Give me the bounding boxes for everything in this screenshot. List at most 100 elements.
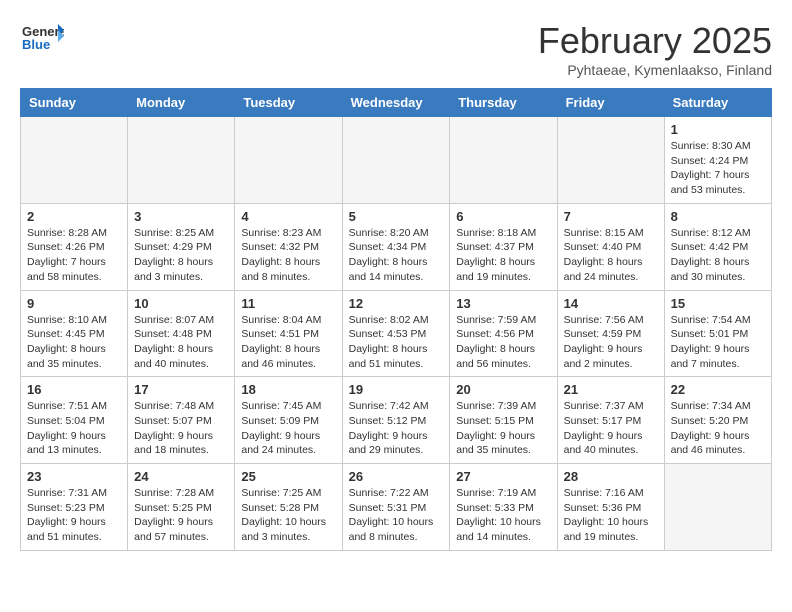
day-number: 10 — [134, 296, 228, 311]
day-info: Sunrise: 7:42 AM Sunset: 5:12 PM Dayligh… — [349, 399, 444, 458]
calendar-day-cell: 28 Sunrise: 7:16 AM Sunset: 5:36 PM Dayli… — [557, 464, 664, 551]
day-number: 1 — [671, 122, 765, 137]
logo: General Blue — [20, 20, 64, 52]
day-number: 6 — [456, 209, 550, 224]
day-number: 20 — [456, 382, 550, 397]
day-number: 5 — [349, 209, 444, 224]
day-number: 19 — [349, 382, 444, 397]
calendar-day-cell — [342, 117, 450, 204]
day-number: 27 — [456, 469, 550, 484]
calendar-week-row: 9 Sunrise: 8:10 AM Sunset: 4:45 PM Daylig… — [21, 290, 772, 377]
calendar-day-cell: 24 Sunrise: 7:28 AM Sunset: 5:25 PM Dayli… — [128, 464, 235, 551]
day-number: 26 — [349, 469, 444, 484]
calendar-day-cell — [235, 117, 342, 204]
calendar-table: SundayMondayTuesdayWednesdayThursdayFrid… — [20, 88, 772, 551]
day-info: Sunrise: 8:25 AM Sunset: 4:29 PM Dayligh… — [134, 226, 228, 285]
day-info: Sunrise: 7:34 AM Sunset: 5:20 PM Dayligh… — [671, 399, 765, 458]
calendar-day-cell: 18 Sunrise: 7:45 AM Sunset: 5:09 PM Dayli… — [235, 377, 342, 464]
calendar-day-cell: 16 Sunrise: 7:51 AM Sunset: 5:04 PM Dayli… — [21, 377, 128, 464]
day-number: 13 — [456, 296, 550, 311]
day-number: 17 — [134, 382, 228, 397]
day-number: 7 — [564, 209, 658, 224]
calendar-day-header: Wednesday — [342, 89, 450, 117]
day-info: Sunrise: 7:19 AM Sunset: 5:33 PM Dayligh… — [456, 486, 550, 545]
calendar-day-cell: 23Sunrise: 7:31 AM Sunset: 5:23 PM Dayli… — [21, 464, 128, 551]
calendar-week-row: 1 Sunrise: 8:30 AM Sunset: 4:24 PM Daylig… — [21, 117, 772, 204]
calendar-day-header: Saturday — [664, 89, 771, 117]
calendar-day-cell: 8 Sunrise: 8:12 AM Sunset: 4:42 PM Daylig… — [664, 203, 771, 290]
month-title: February 2025 — [538, 20, 772, 62]
svg-text:Blue: Blue — [22, 37, 50, 52]
day-info: Sunrise: 8:18 AM Sunset: 4:37 PM Dayligh… — [456, 226, 550, 285]
calendar-day-cell — [450, 117, 557, 204]
calendar-week-row: 2Sunrise: 8:28 AM Sunset: 4:26 PM Daylig… — [21, 203, 772, 290]
day-number: 23 — [27, 469, 121, 484]
calendar-day-cell: 21 Sunrise: 7:37 AM Sunset: 5:17 PM Dayli… — [557, 377, 664, 464]
calendar-day-cell: 27 Sunrise: 7:19 AM Sunset: 5:33 PM Dayli… — [450, 464, 557, 551]
calendar-day-cell: 11 Sunrise: 8:04 AM Sunset: 4:51 PM Dayli… — [235, 290, 342, 377]
day-number: 4 — [241, 209, 335, 224]
day-info: Sunrise: 7:54 AM Sunset: 5:01 PM Dayligh… — [671, 313, 765, 372]
day-info: Sunrise: 8:15 AM Sunset: 4:40 PM Dayligh… — [564, 226, 658, 285]
calendar-day-cell: 10 Sunrise: 8:07 AM Sunset: 4:48 PM Dayli… — [128, 290, 235, 377]
day-number: 15 — [671, 296, 765, 311]
day-info: Sunrise: 7:51 AM Sunset: 5:04 PM Dayligh… — [27, 399, 121, 458]
calendar-day-cell: 26 Sunrise: 7:22 AM Sunset: 5:31 PM Dayli… — [342, 464, 450, 551]
calendar-day-cell: 17Sunrise: 7:48 AM Sunset: 5:07 PM Dayli… — [128, 377, 235, 464]
day-info: Sunrise: 8:07 AM Sunset: 4:48 PM Dayligh… — [134, 313, 228, 372]
title-block: February 2025 Pyhtaeae, Kymenlaakso, Fin… — [538, 20, 772, 78]
day-info: Sunrise: 8:02 AM Sunset: 4:53 PM Dayligh… — [349, 313, 444, 372]
day-info: Sunrise: 7:25 AM Sunset: 5:28 PM Dayligh… — [241, 486, 335, 545]
calendar-day-cell: 2Sunrise: 8:28 AM Sunset: 4:26 PM Daylig… — [21, 203, 128, 290]
day-number: 3 — [134, 209, 228, 224]
day-info: Sunrise: 7:56 AM Sunset: 4:59 PM Dayligh… — [564, 313, 658, 372]
calendar-day-cell — [21, 117, 128, 204]
day-number: 11 — [241, 296, 335, 311]
calendar-day-header: Monday — [128, 89, 235, 117]
calendar-day-cell: 7 Sunrise: 8:15 AM Sunset: 4:40 PM Daylig… — [557, 203, 664, 290]
day-number: 22 — [671, 382, 765, 397]
calendar-day-cell: 19 Sunrise: 7:42 AM Sunset: 5:12 PM Dayli… — [342, 377, 450, 464]
day-number: 2 — [27, 209, 121, 224]
calendar-day-cell: 20 Sunrise: 7:39 AM Sunset: 5:15 PM Dayli… — [450, 377, 557, 464]
day-info: Sunrise: 7:22 AM Sunset: 5:31 PM Dayligh… — [349, 486, 444, 545]
day-info: Sunrise: 8:10 AM Sunset: 4:45 PM Dayligh… — [27, 313, 121, 372]
day-info: Sunrise: 7:28 AM Sunset: 5:25 PM Dayligh… — [134, 486, 228, 545]
day-info: Sunrise: 8:20 AM Sunset: 4:34 PM Dayligh… — [349, 226, 444, 285]
day-number: 18 — [241, 382, 335, 397]
day-info: Sunrise: 8:12 AM Sunset: 4:42 PM Dayligh… — [671, 226, 765, 285]
day-info: Sunrise: 7:37 AM Sunset: 5:17 PM Dayligh… — [564, 399, 658, 458]
day-number: 16 — [27, 382, 121, 397]
calendar-day-cell: 14Sunrise: 7:56 AM Sunset: 4:59 PM Dayli… — [557, 290, 664, 377]
day-info: Sunrise: 7:45 AM Sunset: 5:09 PM Dayligh… — [241, 399, 335, 458]
calendar-day-header: Thursday — [450, 89, 557, 117]
day-info: Sunrise: 7:16 AM Sunset: 5:36 PM Dayligh… — [564, 486, 658, 545]
calendar-header-row: SundayMondayTuesdayWednesdayThursdayFrid… — [21, 89, 772, 117]
day-number: 24 — [134, 469, 228, 484]
logo-icon: General Blue — [20, 20, 64, 52]
day-number: 21 — [564, 382, 658, 397]
calendar-day-header: Tuesday — [235, 89, 342, 117]
calendar-day-cell: 9 Sunrise: 8:10 AM Sunset: 4:45 PM Daylig… — [21, 290, 128, 377]
calendar-day-header: Friday — [557, 89, 664, 117]
calendar-day-cell: 22 Sunrise: 7:34 AM Sunset: 5:20 PM Dayli… — [664, 377, 771, 464]
day-info: Sunrise: 8:23 AM Sunset: 4:32 PM Dayligh… — [241, 226, 335, 285]
calendar-day-cell: 1 Sunrise: 8:30 AM Sunset: 4:24 PM Daylig… — [664, 117, 771, 204]
calendar-day-cell: 13Sunrise: 7:59 AM Sunset: 4:56 PM Dayli… — [450, 290, 557, 377]
day-number: 28 — [564, 469, 658, 484]
calendar-day-cell: 6 Sunrise: 8:18 AM Sunset: 4:37 PM Daylig… — [450, 203, 557, 290]
day-info: Sunrise: 8:30 AM Sunset: 4:24 PM Dayligh… — [671, 139, 765, 198]
calendar-day-cell: 5 Sunrise: 8:20 AM Sunset: 4:34 PM Daylig… — [342, 203, 450, 290]
calendar-body: 1 Sunrise: 8:30 AM Sunset: 4:24 PM Daylig… — [21, 117, 772, 551]
page-header: General Blue February 2025 Pyhtaeae, Kym… — [20, 20, 772, 78]
day-number: 25 — [241, 469, 335, 484]
day-number: 12 — [349, 296, 444, 311]
calendar-week-row: 23Sunrise: 7:31 AM Sunset: 5:23 PM Dayli… — [21, 464, 772, 551]
day-number: 8 — [671, 209, 765, 224]
day-info: Sunrise: 7:39 AM Sunset: 5:15 PM Dayligh… — [456, 399, 550, 458]
location: Pyhtaeae, Kymenlaakso, Finland — [538, 62, 772, 78]
calendar-day-header: Sunday — [21, 89, 128, 117]
day-info: Sunrise: 8:04 AM Sunset: 4:51 PM Dayligh… — [241, 313, 335, 372]
calendar-day-cell — [128, 117, 235, 204]
day-number: 9 — [27, 296, 121, 311]
